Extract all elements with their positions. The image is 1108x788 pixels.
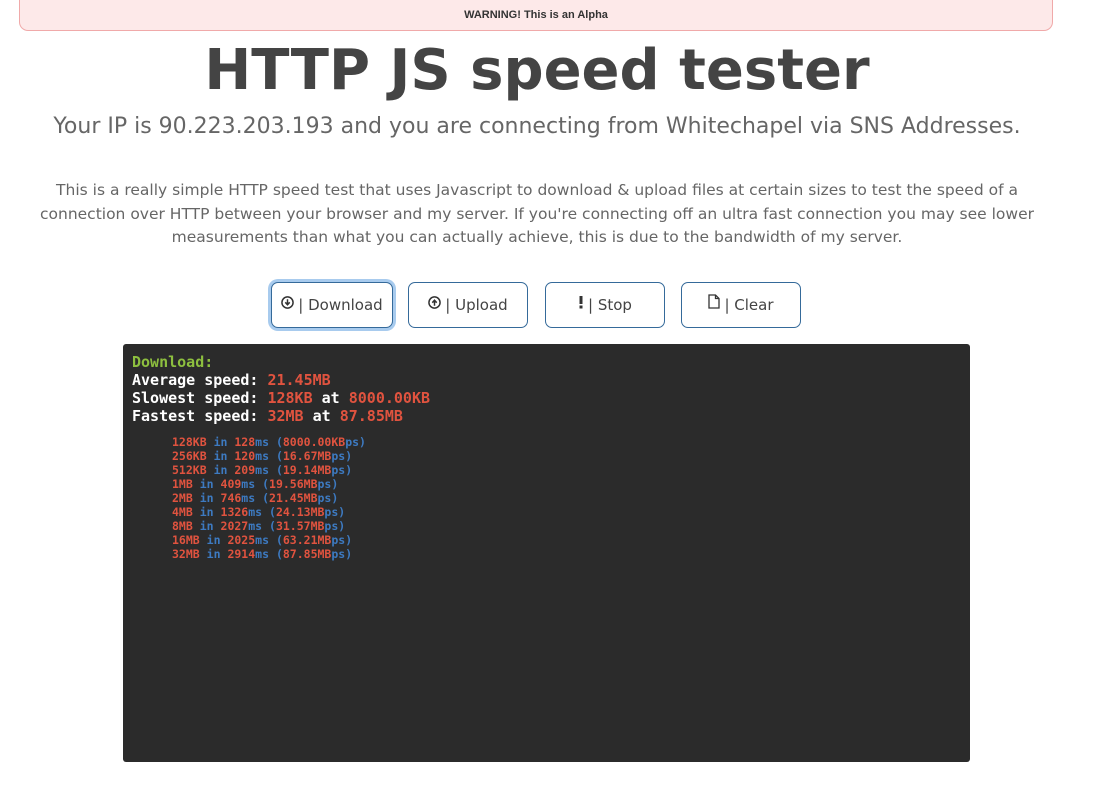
- result-speed: 21.45MB: [269, 491, 318, 505]
- download-circle-icon: [281, 282, 295, 326]
- result-time: 209: [234, 463, 256, 477]
- result-row: 2MB in 746ms (21.45MBps): [172, 491, 339, 505]
- result-size: 256KB: [172, 449, 207, 463]
- result-ps-unit: ps: [331, 533, 346, 547]
- result-in-word: in: [206, 533, 221, 547]
- slowest-speed-label: Slowest speed:: [132, 389, 259, 407]
- result-size: 2MB: [172, 491, 193, 505]
- output-console: Download: Average speed: 21.45MB Slowest…: [123, 344, 970, 762]
- result-ms-unit: ms: [255, 435, 269, 449]
- result-time: 2027: [220, 519, 249, 533]
- result-size: 512KB: [172, 463, 207, 477]
- exclamation-icon: [578, 282, 584, 326]
- result-size: 4MB: [172, 505, 193, 519]
- result-row: 512KB in 209ms (19.14MBps): [172, 463, 353, 477]
- result-row: 256KB in 120ms (16.67MBps): [172, 449, 353, 463]
- page-title: HTTP JS speed tester: [204, 38, 870, 103]
- upload-circle-icon: [428, 282, 442, 326]
- result-ms-unit: ms: [241, 491, 256, 505]
- slowest-speed-value: 8000.00KB: [348, 389, 431, 407]
- result-in-word: in: [199, 491, 214, 505]
- result-ms-unit: ms: [248, 505, 263, 519]
- result-size: 1MB: [172, 477, 193, 491]
- result-speed: 24.13MB: [275, 505, 325, 519]
- average-speed-line: Average speed: 21.45MB: [132, 371, 961, 389]
- result-ms-unit: ms: [241, 477, 256, 491]
- result-time: 2914: [227, 547, 256, 561]
- fastest-speed-label: Fastest speed:: [132, 407, 259, 425]
- alpha-warning-text: WARNING! This is an Alpha: [464, 9, 608, 21]
- average-speed-label: Average speed:: [132, 371, 259, 389]
- download-button-label: | Download: [298, 296, 383, 314]
- result-ps-unit: ps: [317, 491, 332, 505]
- result-ps-unit: ps: [331, 449, 346, 463]
- result-ps-unit: ps: [345, 435, 360, 449]
- result-row: 1MB in 409ms (19.56MBps): [172, 477, 339, 491]
- clear-button-label: | Clear: [724, 296, 774, 314]
- result-ps-unit: ps: [324, 519, 339, 533]
- average-speed-value: 21.45MB: [267, 371, 331, 389]
- page: WARNING! This is an Alpha HTTP JS speed …: [0, 0, 1108, 788]
- result-size: 128KB: [172, 435, 207, 449]
- result-time: 128: [234, 435, 256, 449]
- fastest-size-value: 32MB: [267, 407, 304, 425]
- result-row: 8MB in 2027ms (31.57MBps): [172, 519, 346, 533]
- result-speed: 63.21MB: [282, 533, 332, 547]
- slowest-at-word: at: [321, 389, 340, 407]
- result-speed: 87.85MB: [282, 547, 332, 561]
- results-list: 128KB in 128ms (8000.00KBps) 256KB in 12…: [172, 435, 961, 561]
- result-in-word: in: [206, 547, 221, 561]
- ip-location-subtitle: Your IP is 90.223.203.193 and you are co…: [53, 114, 1021, 139]
- result-ps-unit: ps: [317, 477, 332, 491]
- result-speed: 8000.00KB: [282, 435, 346, 449]
- result-size: 32MB: [172, 547, 200, 561]
- result-in-word: in: [213, 463, 228, 477]
- stop-button[interactable]: | Stop: [545, 282, 665, 328]
- upload-button-label: | Upload: [445, 296, 508, 314]
- result-ms-unit: ms: [255, 533, 269, 547]
- result-time: 2025: [227, 533, 256, 547]
- result-in-word: in: [199, 519, 214, 533]
- result-in-word: in: [199, 477, 214, 491]
- slowest-speed-line: Slowest speed: 128KB at 8000.00KB: [132, 389, 961, 407]
- document-icon: [708, 282, 721, 326]
- result-speed: 19.56MB: [269, 477, 318, 491]
- download-button[interactable]: | Download: [271, 282, 393, 328]
- result-in-word: in: [213, 435, 228, 449]
- result-time: 120: [234, 449, 256, 463]
- stop-button-label: | Stop: [588, 296, 632, 314]
- result-ms-unit: ms: [255, 449, 269, 463]
- result-speed: 31.57MB: [275, 519, 325, 533]
- result-ps-unit: ps: [324, 505, 339, 519]
- result-ps-unit: ps: [331, 547, 346, 561]
- fastest-speed-line: Fastest speed: 32MB at 87.85MB: [132, 407, 961, 425]
- result-time: 746: [220, 491, 242, 505]
- fastest-at-word: at: [312, 407, 331, 425]
- result-in-word: in: [213, 449, 228, 463]
- description-text: This is a really simple HTTP speed test …: [39, 181, 1034, 246]
- slowest-size-value: 128KB: [267, 389, 313, 407]
- result-row: 4MB in 1326ms (24.13MBps): [172, 505, 346, 519]
- result-ms-unit: ms: [255, 547, 269, 561]
- result-ps-unit: ps: [331, 463, 346, 477]
- result-speed: 19.14MB: [282, 463, 332, 477]
- result-row: 16MB in 2025ms (63.21MBps): [172, 533, 353, 547]
- result-ms-unit: ms: [248, 519, 263, 533]
- result-row: 128KB in 128ms (8000.00KBps): [172, 435, 366, 449]
- result-size: 8MB: [172, 519, 193, 533]
- upload-button[interactable]: | Upload: [408, 282, 528, 328]
- result-time: 409: [220, 477, 242, 491]
- result-in-word: in: [199, 505, 214, 519]
- alpha-warning-banner: WARNING! This is an Alpha: [19, 0, 1053, 31]
- result-speed: 16.67MB: [282, 449, 332, 463]
- fastest-speed-value: 87.85MB: [339, 407, 403, 425]
- result-ms-unit: ms: [255, 463, 269, 477]
- clear-button[interactable]: | Clear: [681, 282, 801, 328]
- console-heading: Download:: [132, 353, 214, 371]
- result-size: 16MB: [172, 533, 200, 547]
- result-row: 32MB in 2914ms (87.85MBps): [172, 547, 353, 561]
- result-time: 1326: [220, 505, 249, 519]
